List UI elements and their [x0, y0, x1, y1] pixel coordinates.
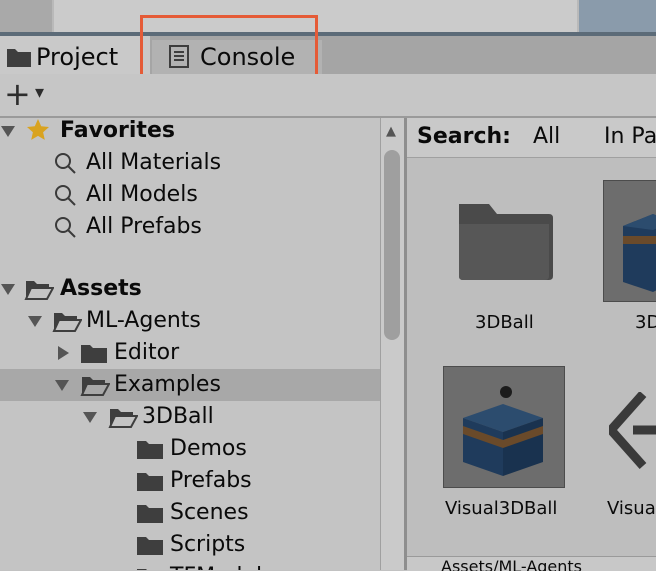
tree-item-demos[interactable]: Demos — [0, 433, 380, 465]
folder-icon — [137, 569, 147, 570]
search-icon — [55, 185, 76, 206]
unity-logo-icon — [609, 392, 656, 469]
tree-item-all-prefabs[interactable]: All Prefabs — [0, 211, 380, 243]
grid-item-3d[interactable]: 3D — [603, 180, 656, 340]
tree-item-label: Demos — [170, 436, 247, 461]
tree-item-label: Prefabs — [170, 468, 252, 493]
grid-item-3dball[interactable]: 3DBall — [437, 188, 557, 338]
tab-project-label: Project — [36, 43, 119, 71]
expanded-arrow-icon[interactable] — [27, 314, 43, 328]
tree-item-tfmodels[interactable]: TFModels — [0, 561, 380, 570]
folder-icon — [137, 537, 163, 555]
top-strip-segment — [0, 0, 52, 34]
folder-icon — [7, 49, 31, 67]
tree-item-all-models[interactable]: All Models — [0, 179, 380, 211]
search-scope-all[interactable]: All — [533, 118, 560, 156]
tree-item-label: Scripts — [170, 532, 246, 557]
grid-item-label: 3D — [635, 312, 656, 333]
tree-item-label: Assets — [60, 276, 142, 301]
search-icon — [55, 153, 76, 174]
path-bar-label: Assets/ML-Agents — [441, 557, 583, 571]
tree-item-label: All Prefabs — [86, 214, 202, 239]
tree-item-label: TFModels — [170, 561, 274, 570]
add-button[interactable]: + — [4, 76, 31, 112]
prefab-cube-icon — [463, 386, 543, 476]
grid-item-visua[interactable]: Visua — [603, 366, 656, 530]
scroll-up-arrow-icon[interactable]: ▲ — [386, 124, 396, 139]
tree-item-examples[interactable]: Examples — [0, 369, 380, 401]
tree-item-scenes[interactable]: Scenes — [0, 497, 380, 529]
search-icon — [55, 217, 76, 238]
asset-grid: 3DBall 3D Visual3DBall Visua — [407, 158, 656, 558]
open-folder-icon — [80, 377, 110, 396]
tree-item-favorites[interactable]: Favorites — [0, 118, 380, 147]
tree-item-assets[interactable]: Assets — [0, 273, 380, 305]
tree-item-label: All Models — [86, 182, 198, 207]
search-scope-in-package[interactable]: In Pa — [604, 118, 656, 156]
expanded-arrow-icon[interactable] — [0, 282, 16, 296]
folder-icon — [81, 345, 107, 363]
grid-item-label: Visual3DBall — [445, 498, 558, 519]
tree-item-all-materials[interactable]: All Materials — [0, 147, 380, 179]
path-bar: Assets/ML-Agents — [407, 556, 656, 571]
expanded-arrow-icon[interactable] — [82, 410, 98, 424]
tree-item-scripts[interactable]: Scripts — [0, 529, 380, 561]
tree-scrollbar-thumb[interactable] — [384, 150, 400, 340]
folder-icon — [459, 204, 553, 280]
tree-item-label: Editor — [114, 340, 180, 365]
tree-item-ml-agents[interactable]: ML-Agents — [0, 305, 380, 337]
grid-item-label: Visua — [607, 498, 656, 519]
search-label: Search: — [417, 124, 511, 149]
star-icon — [27, 119, 49, 140]
grid-item-visual3dball[interactable]: Visual3DBall — [441, 366, 565, 530]
search-bar: Search: All In Pa — [407, 118, 656, 158]
folder-icon — [137, 441, 163, 459]
tree-item-label: Examples — [114, 372, 221, 397]
tree-item-label: Scenes — [170, 500, 249, 525]
toolbar — [0, 74, 656, 118]
prefab-cube-icon — [623, 214, 656, 292]
tree-item-label: 3DBall — [142, 404, 214, 429]
expanded-arrow-icon[interactable] — [54, 378, 70, 392]
collapsed-arrow-icon[interactable] — [56, 345, 70, 361]
expanded-arrow-icon[interactable] — [0, 124, 16, 138]
tree-item-editor[interactable]: Editor — [0, 337, 380, 369]
open-folder-icon — [108, 409, 138, 428]
tree-item-prefabs[interactable]: Prefabs — [0, 465, 380, 497]
folder-icon — [137, 505, 163, 523]
add-dropdown-icon[interactable]: ▾ — [35, 82, 44, 104]
tree-item-label: ML-Agents — [86, 308, 201, 333]
top-strip-segment — [579, 0, 656, 34]
grid-item-label: 3DBall — [475, 312, 534, 333]
tree-item-label: Favorites — [60, 118, 175, 143]
folder-icon — [137, 473, 163, 491]
project-tree: Favorites All Materials All Models All P… — [0, 118, 380, 570]
tree-item-3dball[interactable]: 3DBall — [0, 401, 380, 433]
tree-item-label: All Materials — [86, 150, 222, 175]
open-folder-icon — [24, 281, 54, 300]
open-folder-icon — [52, 313, 82, 332]
